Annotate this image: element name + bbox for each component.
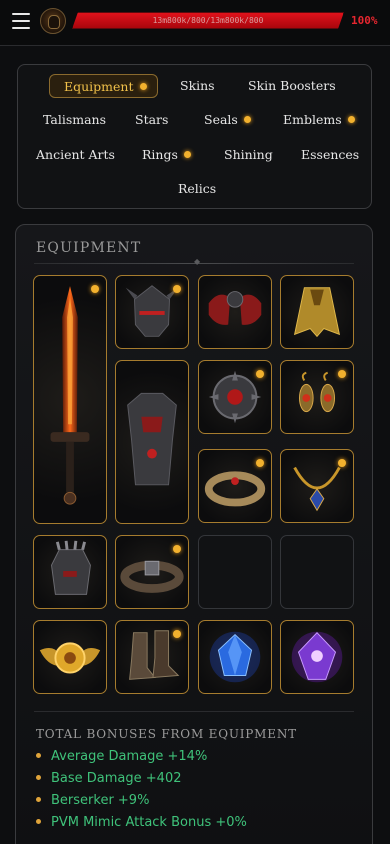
equipment-slot-gauntlet[interactable] <box>33 535 107 609</box>
equipment-slot-earrings[interactable] <box>280 360 354 434</box>
category-panel: Equipment Skins Skin Boosters Talismans … <box>17 64 372 209</box>
sword-icon <box>50 286 90 505</box>
avatar[interactable] <box>40 8 66 34</box>
bonus-item: PVM Mimic Attack Bonus +0% <box>36 815 247 830</box>
tab-rings[interactable]: Rings <box>142 143 191 167</box>
tab-essences[interactable]: Essences <box>301 143 359 167</box>
bonus-item: Berserker +9% <box>36 793 149 808</box>
equipment-slot-boots[interactable] <box>115 620 189 694</box>
notification-dot <box>173 630 181 638</box>
tab-label: Skin Boosters <box>248 78 336 93</box>
bonus-text: PVM Mimic Attack Bonus +0% <box>51 815 247 830</box>
tab-label: Skins <box>180 78 215 93</box>
equipment-slot-helmet[interactable] <box>115 275 189 349</box>
tab-label: Talismans <box>43 112 107 127</box>
gauntlet-icon <box>51 540 91 595</box>
bullet-dot <box>36 797 41 802</box>
tab-label: Essences <box>301 147 360 162</box>
notification-dot <box>243 116 251 123</box>
equipment-slot-empty[interactable] <box>198 535 272 609</box>
bonus-text: Average Damage +14% <box>51 749 208 764</box>
notification-dot <box>173 545 181 553</box>
golden-emblem-icon <box>39 642 101 674</box>
equipment-slot-bracelet[interactable] <box>198 449 272 523</box>
equipment-slot-necklace[interactable] <box>280 449 354 523</box>
cloak-icon <box>293 287 341 338</box>
hamburger-menu-icon[interactable] <box>12 13 30 29</box>
hp-percent: 100% <box>351 14 378 27</box>
notification-dot <box>256 459 264 467</box>
divider <box>34 711 354 712</box>
bullet-dot <box>36 775 41 780</box>
top-bar: 13m800k/800/13m800k/800 100% <box>0 0 390 46</box>
equipment-slot-purple-gem[interactable] <box>280 620 354 694</box>
shoulder-armor-icon <box>208 291 262 325</box>
notification-dot <box>173 285 181 293</box>
equipment-slot-shoulders[interactable] <box>198 275 272 349</box>
notification-dot <box>338 370 346 378</box>
tab-label: Stars <box>135 112 169 127</box>
notification-dot <box>347 116 355 123</box>
bonuses-title: TOTAL BONUSES FROM EQUIPMENT <box>36 727 297 741</box>
notification-dot <box>256 370 264 378</box>
bullet-dot <box>36 819 41 824</box>
tab-ancient-arts[interactable]: Ancient Arts <box>36 143 115 167</box>
equipment-slot-empty[interactable] <box>280 535 354 609</box>
equipment-panel: EQUIPMENT ◆ TOTAL BONUSES FROM EQUIPMENT… <box>15 224 373 844</box>
hp-text: 13m800k/800/13m800k/800 <box>152 16 264 25</box>
bonus-text: Berserker +9% <box>51 793 150 808</box>
bonus-text: Base Damage +402 <box>51 771 182 786</box>
bonus-item: Average Damage +14% <box>36 749 207 764</box>
notification-dot <box>183 151 191 158</box>
equipment-slot-cloak[interactable] <box>280 275 354 349</box>
purple-gem-icon <box>291 631 343 683</box>
equipment-slot-sword[interactable] <box>33 275 107 524</box>
blue-gem-icon <box>209 631 261 683</box>
tab-label: Rings <box>142 147 178 162</box>
notification-dot <box>338 459 346 467</box>
tab-label: Emblems <box>283 112 342 127</box>
tab-label: Ancient Arts <box>36 147 115 162</box>
tab-label: Relics <box>178 181 217 196</box>
equipment-slot-belt[interactable] <box>115 535 189 609</box>
bullet-dot <box>36 753 41 758</box>
tab-shining[interactable]: Shining <box>224 143 273 167</box>
equipment-slot-blue-gem[interactable] <box>198 620 272 694</box>
tab-equipment[interactable]: Equipment <box>49 74 158 98</box>
divider <box>34 257 354 266</box>
equipment-slot-amulet[interactable] <box>198 360 272 434</box>
tab-label: Shining <box>224 147 273 162</box>
tab-emblems[interactable]: Emblems <box>283 108 355 132</box>
tab-talismans[interactable]: Talismans <box>43 108 106 132</box>
equipment-slot-emblem[interactable] <box>33 620 107 694</box>
tab-label: Equipment <box>64 79 134 94</box>
tab-relics[interactable]: Relics <box>178 177 216 201</box>
tab-skin-boosters[interactable]: Skin Boosters <box>248 74 336 98</box>
tab-stars[interactable]: Stars <box>135 108 168 132</box>
equipment-slot-chest[interactable] <box>115 360 189 524</box>
bonus-item: Base Damage +402 <box>36 771 181 786</box>
chest-armor-icon <box>127 392 177 486</box>
section-title: EQUIPMENT <box>36 240 142 256</box>
notification-dot <box>91 285 99 293</box>
tab-skins[interactable]: Skins <box>180 74 215 98</box>
notification-dot <box>139 83 147 90</box>
tab-label: Seals <box>204 112 238 127</box>
tab-seals[interactable]: Seals <box>204 108 251 132</box>
